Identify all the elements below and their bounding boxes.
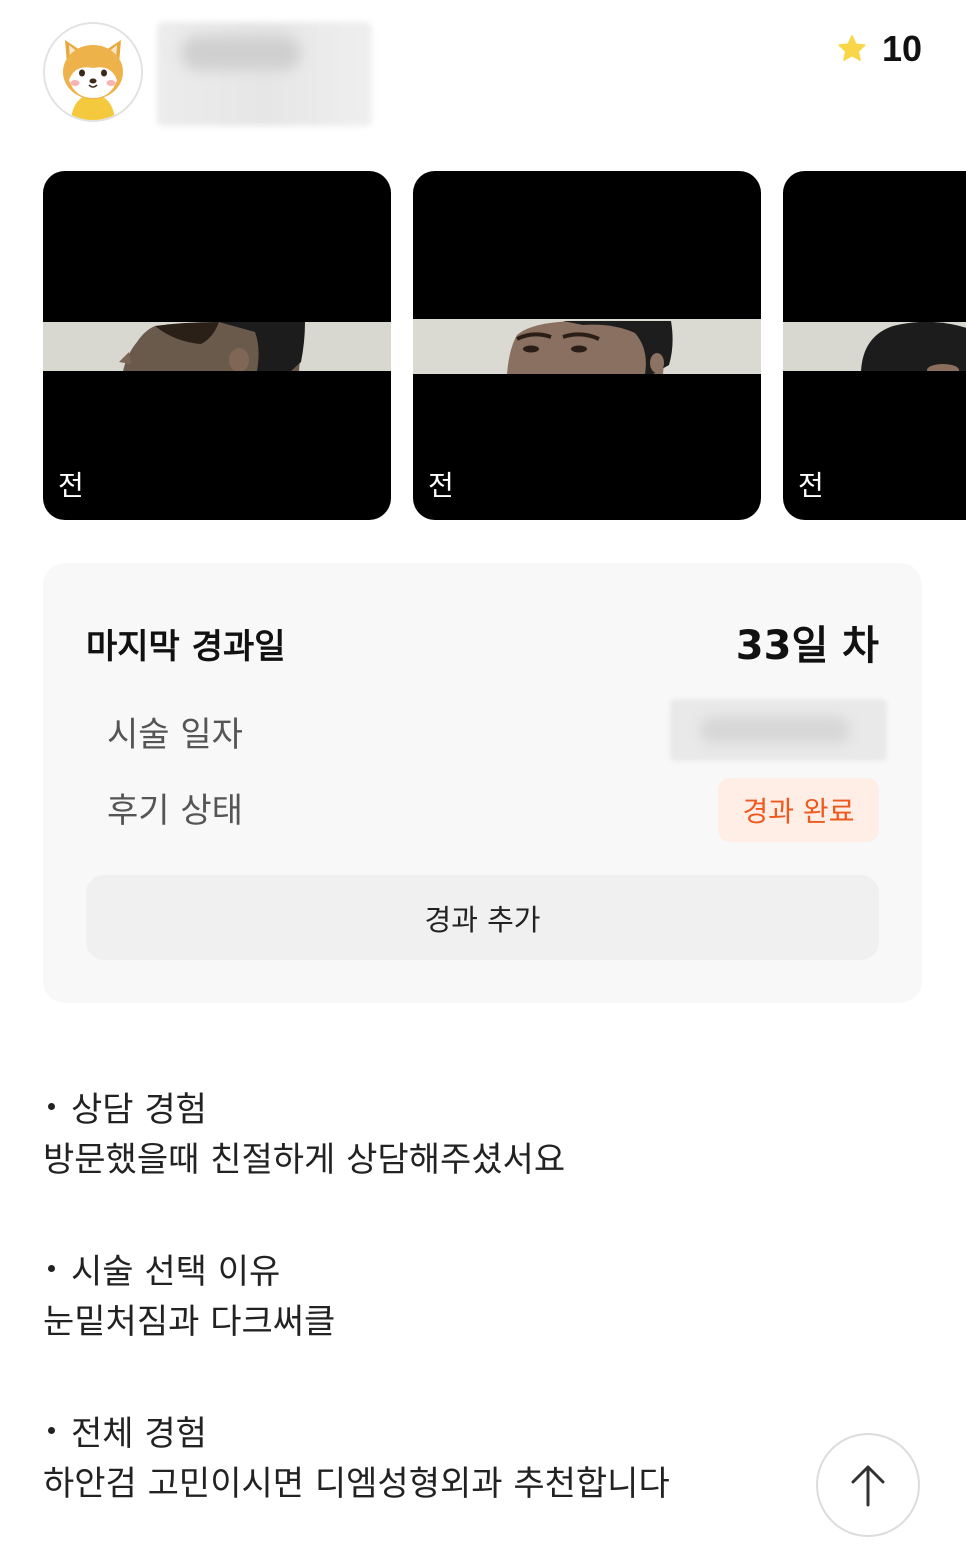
review-heading: 상담 경험	[43, 1080, 803, 1132]
photo-image	[783, 322, 966, 371]
rating: 10	[836, 28, 922, 70]
review-heading: 시술 선택 이유	[43, 1242, 803, 1294]
star-icon	[838, 35, 866, 61]
review-body: 하안검 고민이시면 디엠성형외과 추천합니다	[43, 1464, 670, 1504]
photo-image	[413, 319, 761, 374]
review-status-label: 후기 상태	[107, 791, 243, 831]
username-redacted	[157, 22, 372, 126]
photo-card[interactable]: 전	[413, 171, 761, 520]
review-body: 눈밑처짐과 다크써클	[43, 1302, 336, 1342]
avatar[interactable]	[43, 22, 143, 122]
photo-label: 전	[58, 469, 84, 502]
review-heading-text: 시술 선택 이유	[71, 1251, 281, 1292]
review-heading: 전체 경험	[43, 1404, 803, 1456]
photo-label: 전	[428, 469, 454, 502]
review-body: 방문했을때 친절하게 상담해주셨서요	[43, 1140, 566, 1180]
last-progress-label: 마지막 경과일	[86, 627, 286, 667]
procedure-date-label: 시술 일자	[107, 715, 243, 755]
review-heading-text: 전체 경험	[71, 1413, 207, 1454]
review-heading-text: 상담 경험	[71, 1089, 207, 1130]
photo-card[interactable]: 전	[43, 171, 391, 520]
last-progress-value: 33일 차	[735, 623, 879, 669]
review-section: 전체 경험 하안검 고민이시면 디엠성형외과 추천합니다	[43, 1404, 803, 1512]
photo-label: 전	[798, 469, 824, 502]
review-content: 상담 경험 방문했을때 친절하게 상담해주셨서요 시술 선택 이유 눈밑처짐과 …	[43, 1080, 803, 1566]
bullet-icon	[48, 1426, 55, 1434]
photo-card[interactable]: 전	[783, 171, 966, 520]
review-section: 상담 경험 방문했을때 친절하게 상담해주셨서요	[43, 1080, 803, 1188]
procedure-date-redacted	[670, 699, 887, 761]
status-badge: 경과 완료	[718, 778, 879, 842]
add-progress-button[interactable]: 경과 추가	[86, 875, 879, 960]
scroll-top-button[interactable]	[816, 1433, 920, 1537]
review-section: 시술 선택 이유 눈밑처짐과 다크써클	[43, 1242, 803, 1350]
bullet-icon	[48, 1102, 55, 1110]
photo-image	[43, 322, 391, 371]
photo-carousel[interactable]: 전 전 전	[43, 171, 966, 521]
bullet-icon	[48, 1264, 55, 1272]
arrow-up-icon	[851, 1465, 885, 1507]
procedure-info-panel: 마지막 경과일 33일 차 시술 일자 후기 상태 경과 완료 경과 추가	[43, 563, 922, 1003]
shiba-dog-avatar-icon	[45, 24, 141, 120]
rating-value: 10	[881, 28, 922, 69]
